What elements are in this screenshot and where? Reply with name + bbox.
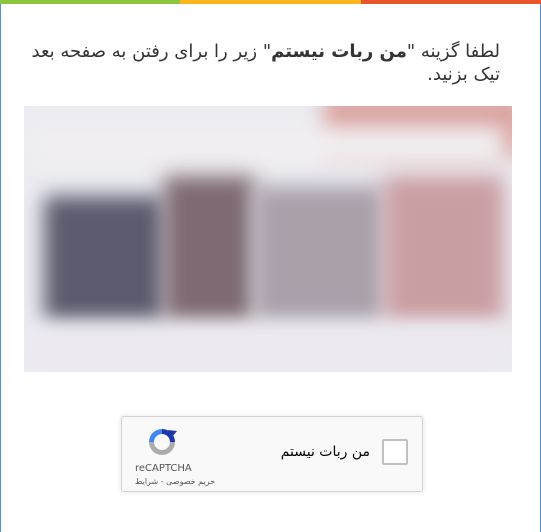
top-bar-yellow <box>180 0 361 4</box>
privacy-terms-links[interactable]: حریم خصوصی - شرایط <box>135 477 215 486</box>
top-bar-orange <box>360 0 541 4</box>
top-color-bar <box>0 0 541 4</box>
message-emphasis: من ربات نیستم <box>271 41 407 62</box>
not-robot-label: من ربات نیستم <box>280 444 370 460</box>
instruction-message: لطفا گزینه "من ربات نیستم" زیر را برای ر… <box>30 40 500 86</box>
recaptcha-widget: من ربات نیستم reCAPTCHA حریم خصوصی - شرا… <box>121 416 423 492</box>
recaptcha-logo-icon <box>149 429 177 455</box>
message-before: لطفا گزینه " <box>406 41 500 62</box>
not-robot-checkbox[interactable] <box>382 439 408 465</box>
recaptcha-brand: reCAPTCHA <box>135 463 192 474</box>
blurred-preview-image <box>24 106 512 372</box>
top-bar-green <box>0 0 181 4</box>
